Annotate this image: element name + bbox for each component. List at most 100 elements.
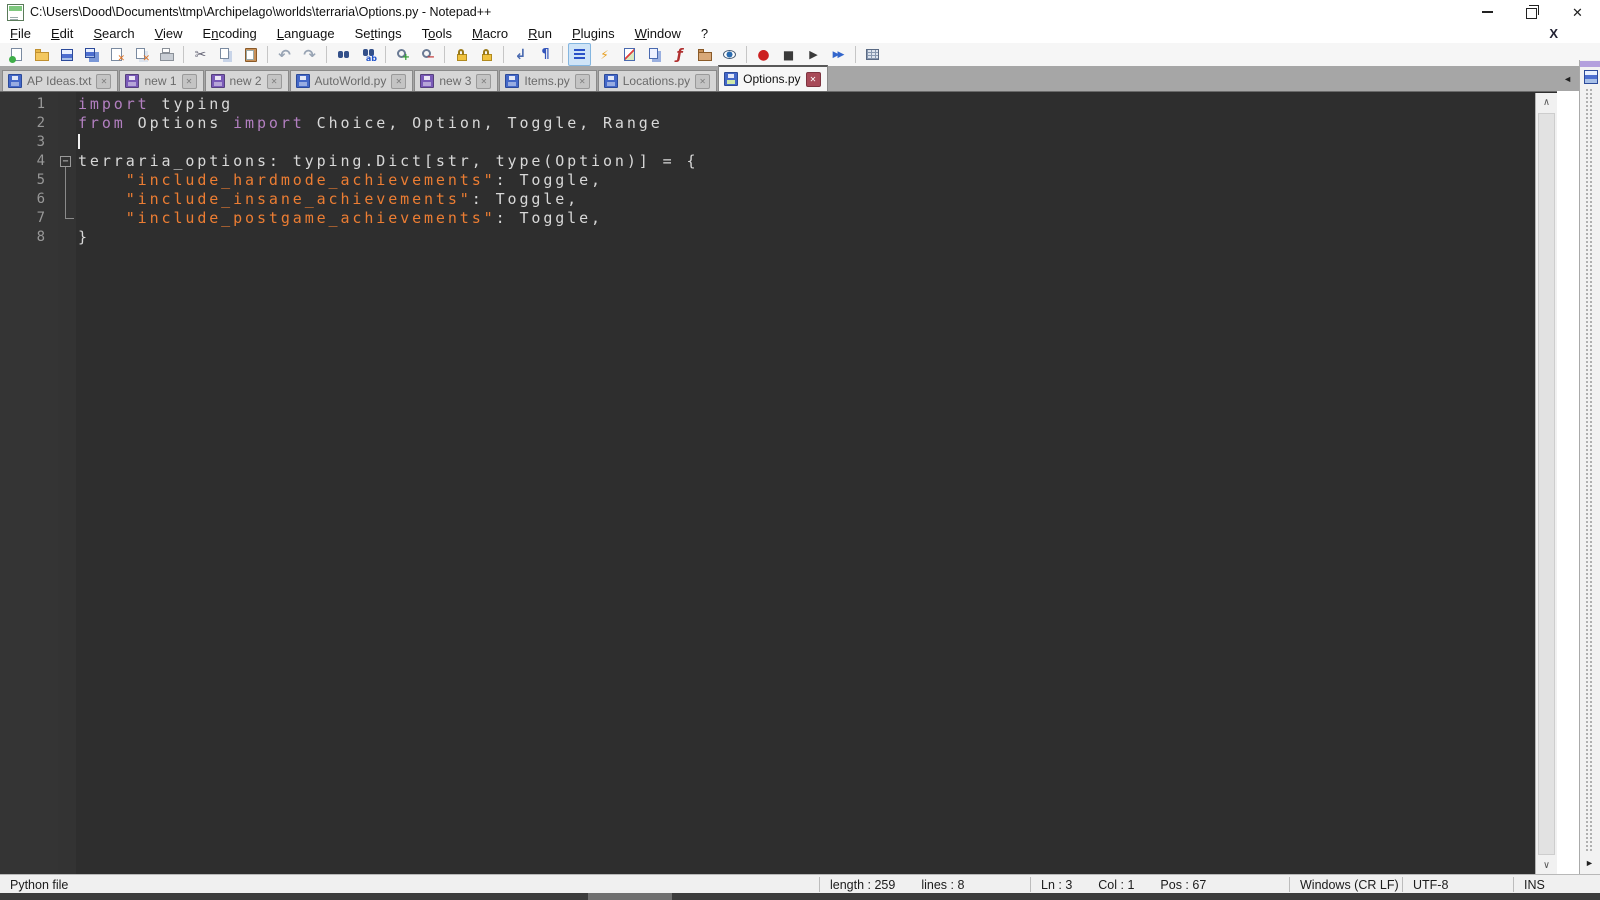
restore-button[interactable] [1510,0,1555,24]
tab-close-icon[interactable]: ✕ [695,73,711,89]
toolbar-save-all-button[interactable] [80,43,103,66]
toolbar-word-wrap-button[interactable] [509,43,532,66]
menu-item-encoding[interactable]: Encoding [193,25,267,42]
toolbar-define-language-button[interactable] [593,43,616,66]
tab-new-3[interactable]: new 3 ✕ [414,70,499,91]
code-text: "include_postgame_achievements": Toggle, [125,209,603,227]
toolbar-monitoring-button[interactable] [718,43,741,66]
toolbar-macro-playback-button[interactable] [802,43,825,66]
toolbar-replace-button[interactable] [357,43,380,66]
menu-item-settings[interactable]: Settings [345,25,412,42]
tab-items-py[interactable]: Items.py ✕ [499,70,597,91]
tab-new-2[interactable]: new 2 ✕ [204,70,289,91]
toolbar-close-all-button[interactable] [130,43,153,66]
fold-guide-line [65,171,66,190]
scrollbar-thumb[interactable] [1538,113,1555,855]
code-line[interactable]: 6 "include_insane_achievements": Toggle, [0,190,1557,209]
status-eol-format[interactable]: Windows (CR LF) [1290,878,1402,892]
vertical-scrollbar[interactable]: ∧ ∨ [1535,93,1557,875]
scroll-up-icon[interactable]: ∧ [1536,93,1557,112]
toolbar-separator [503,46,504,63]
tab-close-icon[interactable]: ✕ [574,73,590,89]
fold-collapse-icon[interactable]: − [60,156,71,167]
status-insert-mode[interactable]: INS [1514,878,1600,892]
toolbar-print-button[interactable] [155,43,178,66]
tab-close-icon[interactable]: ✕ [391,73,407,89]
toolbar-paste-button[interactable] [239,43,262,66]
tab-floppy-icon-saved [603,74,618,88]
scroll-down-icon[interactable]: ∨ [1536,856,1557,875]
menu-item-window[interactable]: Window [625,25,691,42]
line-number: 3 [36,134,45,150]
status-cursor-position: Ln : 3 Col : 1 Pos : 67 [1031,878,1289,892]
tab-options-py[interactable]: Options.py ✕ [718,65,828,91]
toolbar-zoom-in-button[interactable] [391,43,414,66]
code-line[interactable]: 8} [0,228,1557,247]
status-pos: Pos : 67 [1160,877,1207,892]
menu-item-file[interactable]: File [0,25,41,42]
close-document-x-icon[interactable]: X [1549,26,1558,41]
toolbar-function-list-button[interactable] [668,43,691,66]
toolbar-sync-vertical-scrolling-button[interactable] [450,43,473,66]
tab-new-1[interactable]: new 1 ✕ [119,70,204,91]
tab-locations-py[interactable]: Locations.py ✕ [597,70,718,91]
redo-icon [301,46,318,63]
toolbar-save-recorded-macro-button[interactable] [861,43,884,66]
menu-item-language[interactable]: Language [267,25,345,42]
tab-floppy-icon-saved [724,72,739,86]
toolbar-document-list-button[interactable] [643,43,666,66]
toolbar-separator [385,46,386,63]
menu-item-search[interactable]: Search [83,25,144,42]
toolbar-new-file-button[interactable] [5,43,28,66]
toolbar-macro-run-multiple-button[interactable] [827,43,850,66]
tab-close-icon[interactable]: ✕ [266,73,282,89]
tab-close-icon[interactable]: ✕ [805,71,821,87]
menu-item-macro[interactable]: Macro [462,25,518,42]
toolbar-open-file-button[interactable] [30,43,53,66]
toolbar-undo-button[interactable] [273,43,296,66]
toolbar-sync-horizontal-scrolling-button[interactable] [475,43,498,66]
tab-close-icon[interactable]: ✕ [181,73,197,89]
menu-item-view[interactable]: View [145,25,193,42]
docked-panel-collapsed[interactable]: ► [1579,60,1600,874]
toolbar-cut-button[interactable] [189,43,212,66]
menu-item-plugins[interactable]: Plugins [562,25,625,42]
code-text: terraria_options: typing.Dict[str, type(… [78,152,699,170]
code-line[interactable]: 3 [0,133,1557,152]
close-button[interactable]: ✕ [1555,0,1600,24]
code-line[interactable]: 2 from Options import Choice, Option, Tog… [0,114,1557,133]
code-text: from Options import Choice, Option, Togg… [78,114,663,132]
toolbar-copy-button[interactable] [214,43,237,66]
docked-panel-grip[interactable] [1585,88,1594,852]
toolbar-save-button[interactable] [55,43,78,66]
code-editor[interactable]: 1 import typing 2 from Options import Choic… [0,91,1557,875]
toolbar-document-map-button[interactable] [618,43,641,66]
toolbar-close-file-button[interactable] [105,43,128,66]
code-line[interactable]: 7 "include_postgame_achievements": Toggl… [0,209,1557,228]
menu-item-edit[interactable]: Edit [41,25,83,42]
tab-autoworld-py[interactable]: AutoWorld.py ✕ [289,70,414,91]
tab-floppy-icon-saved [8,74,22,88]
menu-item-run[interactable]: Run [518,25,562,42]
toolbar-find-button[interactable] [332,43,355,66]
toolbar-macro-stop-button[interactable] [777,43,800,66]
docked-panel-expand-icon[interactable]: ► [1585,858,1594,868]
print-icon [158,46,175,63]
menu-item-help[interactable]: ? [691,25,718,42]
tab-close-icon[interactable]: ✕ [476,73,492,89]
status-encoding[interactable]: UTF-8 [1403,878,1513,892]
code-line[interactable]: 4 − terraria_options: typing.Dict[str, typ… [0,152,1557,171]
toolbar-macro-record-button[interactable] [752,43,775,66]
tab-scroll-left-icon[interactable]: ◄ [1563,74,1572,84]
toolbar-show-all-characters-button[interactable] [534,43,557,66]
code-line[interactable]: 1 import typing [0,95,1557,114]
tab-close-icon[interactable]: ✕ [96,73,112,89]
minimize-button[interactable] [1465,0,1510,24]
code-line[interactable]: 5 "include_hardmode_achievements": Toggl… [0,171,1557,190]
toolbar-redo-button[interactable] [298,43,321,66]
tab-ap-ideas-txt[interactable]: AP Ideas.txt ✕ [2,70,119,91]
toolbar-folder-as-workspace-button[interactable] [693,43,716,66]
toolbar-zoom-out-button[interactable] [416,43,439,66]
menu-item-tools[interactable]: Tools [412,25,462,42]
toolbar-show-indent-guide-button[interactable] [568,43,591,66]
